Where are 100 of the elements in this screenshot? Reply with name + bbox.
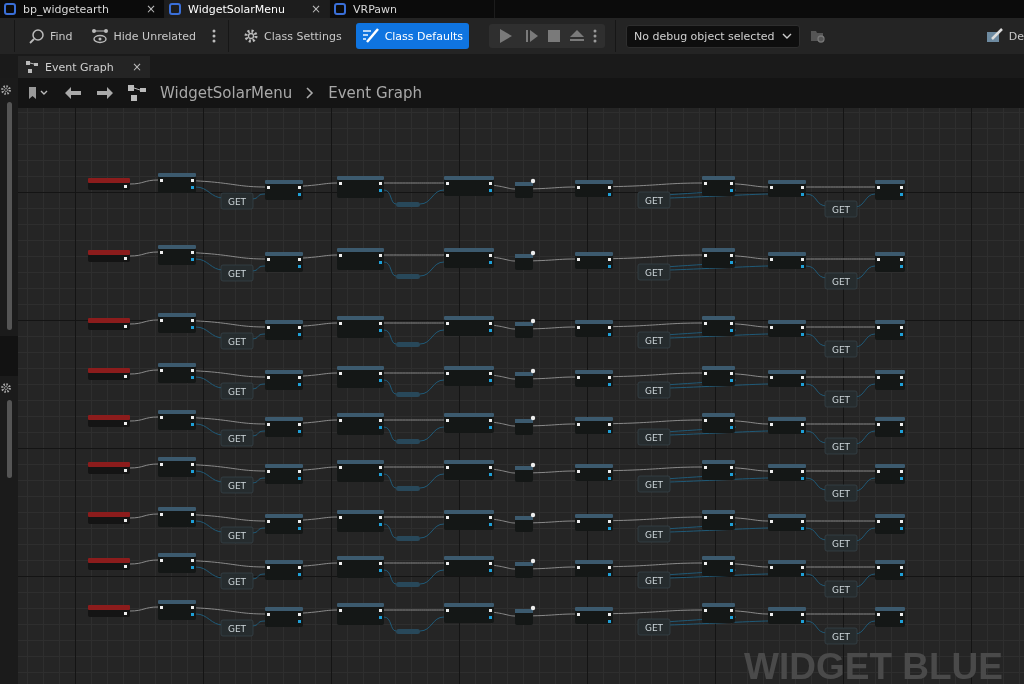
event-node[interactable] xyxy=(88,368,130,380)
delay-node[interactable] xyxy=(515,178,536,198)
function-node[interactable] xyxy=(158,313,196,333)
function-node[interactable] xyxy=(444,366,494,386)
function-node[interactable] xyxy=(702,366,735,386)
get-node[interactable]: GET xyxy=(824,484,858,502)
get-node[interactable]: GET xyxy=(637,381,671,399)
get-node[interactable]: GET xyxy=(637,331,671,349)
function-node[interactable] xyxy=(875,417,905,437)
back-arrow-icon[interactable] xyxy=(64,86,82,100)
delay-node[interactable] xyxy=(515,512,536,532)
function-node[interactable] xyxy=(768,320,806,337)
function-node[interactable] xyxy=(575,560,613,577)
function-node[interactable] xyxy=(702,316,735,336)
function-node[interactable] xyxy=(702,413,735,433)
reroute-node[interactable] xyxy=(396,536,420,541)
function-node[interactable] xyxy=(158,600,196,620)
function-node[interactable] xyxy=(265,560,303,580)
get-node[interactable]: GET xyxy=(824,580,858,598)
function-node[interactable] xyxy=(337,460,384,482)
function-node[interactable] xyxy=(768,514,806,531)
function-node[interactable] xyxy=(337,316,384,338)
event-node[interactable] xyxy=(88,558,130,570)
function-node[interactable] xyxy=(337,176,384,198)
function-node[interactable] xyxy=(337,366,384,388)
function-node[interactable] xyxy=(875,464,905,484)
delay-node[interactable] xyxy=(515,462,536,482)
function-node[interactable] xyxy=(768,607,806,624)
get-node[interactable]: GET xyxy=(637,571,671,589)
get-node[interactable]: GET xyxy=(824,200,858,218)
function-node[interactable] xyxy=(768,180,806,197)
function-node[interactable] xyxy=(702,460,735,480)
function-node[interactable] xyxy=(575,252,613,269)
function-node[interactable] xyxy=(158,457,196,477)
event-node[interactable] xyxy=(88,605,130,617)
find-button[interactable]: Find xyxy=(25,24,77,48)
function-node[interactable] xyxy=(444,248,494,268)
get-node[interactable]: GET xyxy=(824,390,858,408)
class-settings-button[interactable]: Class Settings xyxy=(239,24,346,48)
scrollbar[interactable] xyxy=(6,400,12,478)
function-node[interactable] xyxy=(875,252,905,272)
settings-icon[interactable] xyxy=(0,382,12,394)
function-node[interactable] xyxy=(444,460,494,480)
get-node[interactable]: GET xyxy=(220,619,254,637)
function-node[interactable] xyxy=(575,180,613,197)
function-node[interactable] xyxy=(158,363,196,383)
function-node[interactable] xyxy=(265,514,303,534)
reroute-node[interactable] xyxy=(396,629,420,634)
function-node[interactable] xyxy=(265,607,303,627)
function-node[interactable] xyxy=(875,514,905,534)
function-node[interactable] xyxy=(768,464,806,481)
function-node[interactable] xyxy=(702,603,735,623)
reroute-node[interactable] xyxy=(396,439,420,444)
reroute-node[interactable] xyxy=(396,392,420,397)
function-node[interactable] xyxy=(875,180,905,200)
get-node[interactable]: GET xyxy=(220,429,254,447)
get-node[interactable]: GET xyxy=(637,475,671,493)
breadcrumb-link[interactable]: WidgetSolarMenu xyxy=(160,84,293,102)
function-node[interactable] xyxy=(768,417,806,434)
delay-node[interactable] xyxy=(515,318,536,338)
get-node[interactable]: GET xyxy=(824,437,858,455)
function-node[interactable] xyxy=(444,603,494,623)
event-node[interactable] xyxy=(88,318,130,330)
function-node[interactable] xyxy=(158,410,196,430)
folder-search-icon[interactable] xyxy=(810,29,827,43)
class-defaults-button[interactable]: Class Defaults xyxy=(355,23,469,49)
close-icon[interactable]: × xyxy=(145,2,156,16)
hide-unrelated-button[interactable]: Hide Unrelated xyxy=(86,24,201,48)
delay-node[interactable] xyxy=(515,558,536,578)
function-node[interactable] xyxy=(768,560,806,577)
function-node[interactable] xyxy=(337,248,384,270)
get-node[interactable]: GET xyxy=(220,382,254,400)
get-node[interactable]: GET xyxy=(824,627,858,645)
debug-object-dropdown[interactable]: No debug object selected xyxy=(626,24,801,48)
delay-node[interactable] xyxy=(515,250,536,270)
toolbar-button[interactable]: De xyxy=(981,24,1024,48)
function-node[interactable] xyxy=(768,370,806,387)
function-node[interactable] xyxy=(444,413,494,433)
editor-tab[interactable]: WidgetSolarMenu × xyxy=(165,0,330,18)
function-node[interactable] xyxy=(575,320,613,337)
forward-arrow-icon[interactable] xyxy=(96,86,114,100)
event-node[interactable] xyxy=(88,178,130,190)
get-node[interactable]: GET xyxy=(824,272,858,290)
get-node[interactable]: GET xyxy=(637,263,671,281)
bookmark-icon[interactable] xyxy=(28,86,50,100)
event-node[interactable] xyxy=(88,512,130,524)
function-node[interactable] xyxy=(702,176,735,196)
function-node[interactable] xyxy=(768,252,806,269)
step-icon[interactable] xyxy=(525,28,539,44)
function-node[interactable] xyxy=(337,556,384,578)
function-node[interactable] xyxy=(575,417,613,434)
delay-node[interactable] xyxy=(515,605,536,625)
get-node[interactable]: GET xyxy=(220,332,254,350)
function-node[interactable] xyxy=(265,417,303,437)
event-node[interactable] xyxy=(88,415,130,427)
event-node[interactable] xyxy=(88,250,130,262)
function-node[interactable] xyxy=(158,245,196,265)
reroute-node[interactable] xyxy=(396,582,420,587)
get-node[interactable]: GET xyxy=(637,191,671,209)
function-node[interactable] xyxy=(265,180,303,200)
